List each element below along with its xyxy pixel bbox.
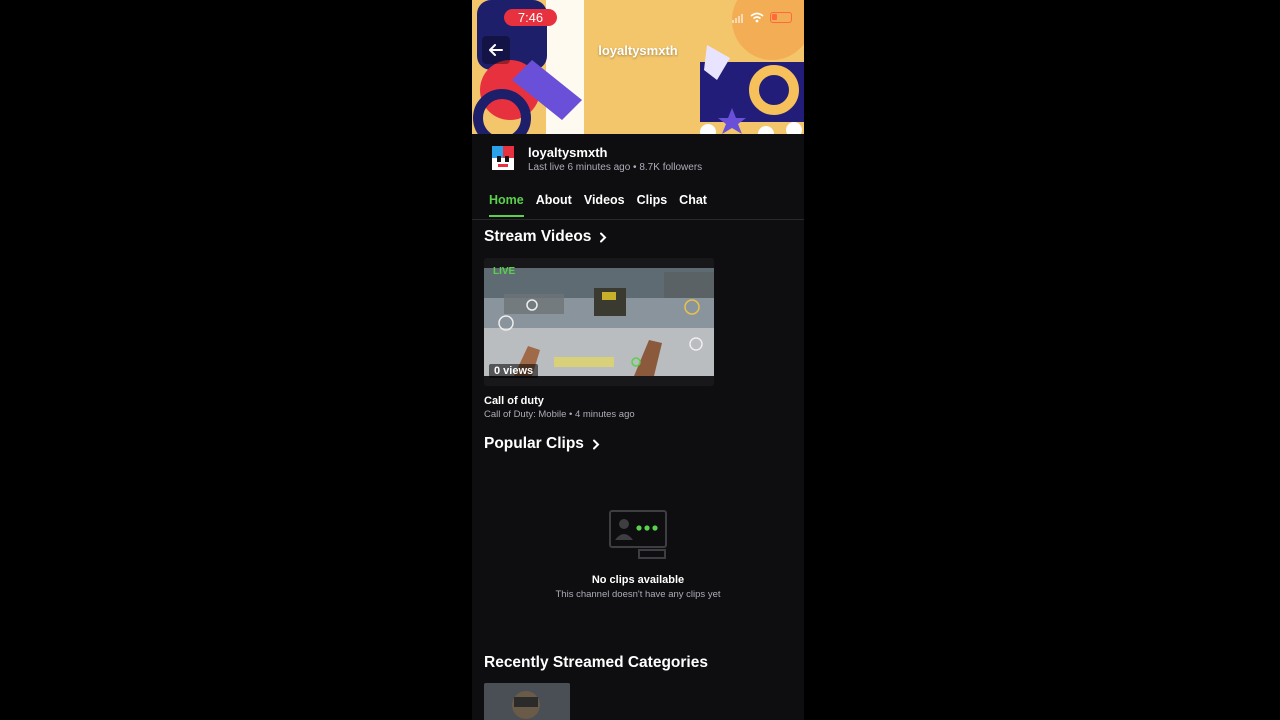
recent-categories-heading-label: Recently Streamed Categories xyxy=(484,654,708,671)
tab-home[interactable]: Home xyxy=(489,193,524,217)
live-badge: LIVE xyxy=(493,266,516,277)
tab-about[interactable]: About xyxy=(536,193,572,217)
no-clips-icon xyxy=(609,510,667,559)
stream-videos-heading-label: Stream Videos xyxy=(484,228,592,245)
empty-clips-subtitle: This channel doesn't have any clips yet xyxy=(555,589,721,600)
video-title[interactable]: Call of duty xyxy=(484,395,544,407)
views-badge: 0 views xyxy=(489,364,539,378)
empty-clips-title: No clips available xyxy=(591,574,685,586)
status-time: 7:46 xyxy=(504,9,557,26)
tab-divider xyxy=(472,219,804,220)
popular-clips-heading[interactable]: Popular Clips xyxy=(484,435,600,453)
category-thumbnail[interactable] xyxy=(484,683,570,720)
banner-title: loyaltysmxth xyxy=(598,43,678,58)
recent-categories-heading: Recently Streamed Categories xyxy=(484,654,708,672)
channel-banner: 7:46 loyaltysmxth xyxy=(472,0,804,134)
status-icons xyxy=(732,12,792,23)
video-thumbnail[interactable]: LIVE 0 views xyxy=(484,258,714,386)
avatar[interactable] xyxy=(489,144,517,174)
channel-meta: Last live 6 minutes ago • 8.7K followers xyxy=(528,162,703,173)
channel-name: loyaltysmxth xyxy=(528,145,608,160)
stream-videos-heading[interactable]: Stream Videos xyxy=(484,228,607,246)
video-meta: Call of Duty: Mobile • 4 minutes ago xyxy=(484,409,635,420)
tab-chat[interactable]: Chat xyxy=(679,193,707,217)
channel-tabs: Home About Videos Clips Chat xyxy=(489,193,707,217)
wifi-icon xyxy=(750,12,764,23)
signal-icon xyxy=(732,13,744,23)
phone-screen: 7:46 loyaltysmxth loyaltysmxth Last live… xyxy=(472,0,804,720)
chevron-right-icon xyxy=(592,439,600,449)
battery-icon xyxy=(770,12,792,23)
category-thumbnail-image xyxy=(484,683,570,720)
tab-clips[interactable]: Clips xyxy=(637,193,668,217)
chevron-right-icon xyxy=(600,232,607,242)
tab-videos[interactable]: Videos xyxy=(584,193,625,217)
popular-clips-heading-label: Popular Clips xyxy=(484,435,584,452)
